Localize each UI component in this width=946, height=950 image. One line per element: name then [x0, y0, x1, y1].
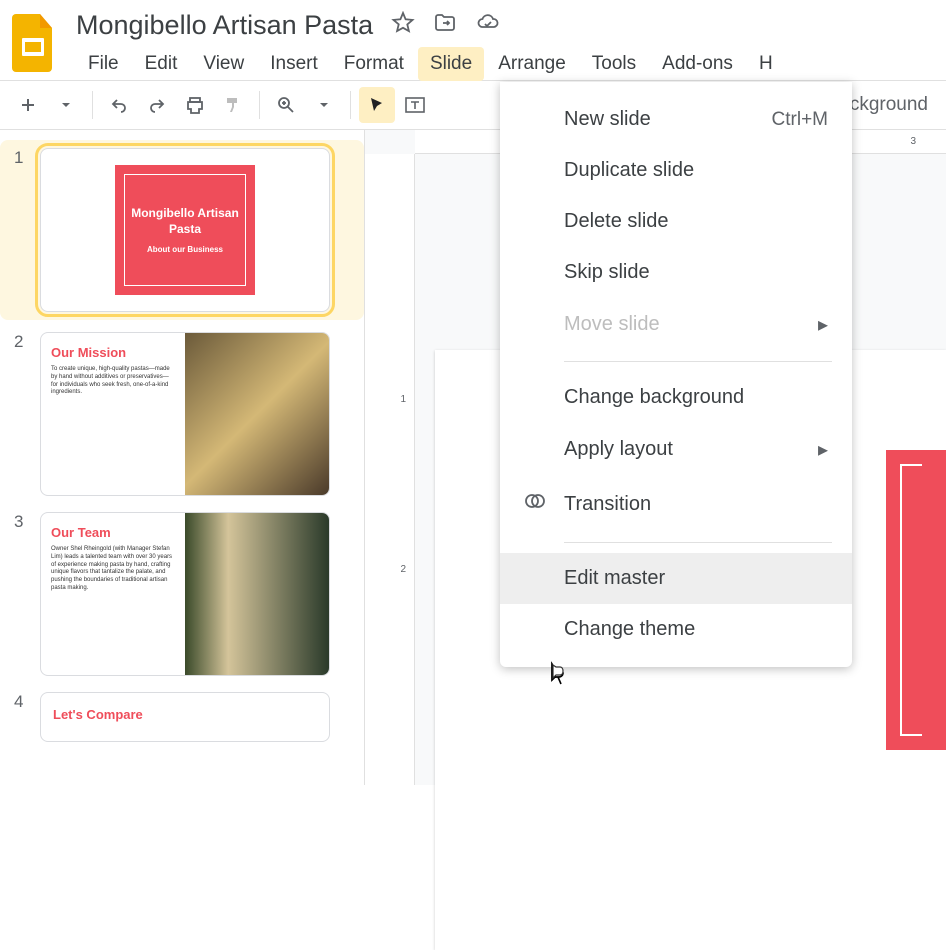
zoom-dropdown-icon[interactable] — [306, 87, 342, 123]
menu-edit[interactable]: Edit — [133, 47, 190, 81]
menu-view[interactable]: View — [191, 47, 256, 81]
thumb-row-1: 1 Mongibello Artisan Pasta About our Bus… — [0, 140, 364, 320]
dd-change-theme[interactable]: Change theme — [500, 604, 852, 655]
cloud-status-icon[interactable] — [475, 11, 501, 40]
select-tool-icon[interactable] — [359, 87, 395, 123]
submenu-arrow-icon: ▸ — [818, 312, 828, 337]
toolbar-background-label[interactable]: ckground — [842, 94, 936, 116]
thumb-number: 2 — [14, 332, 28, 496]
dd-edit-master[interactable]: Edit master — [500, 553, 852, 604]
dd-new-slide[interactable]: New slide Ctrl+M — [500, 94, 852, 145]
menu-tools[interactable]: Tools — [580, 47, 648, 81]
zoom-icon[interactable] — [268, 87, 304, 123]
new-slide-dropdown-icon[interactable] — [48, 87, 84, 123]
menu-file[interactable]: File — [76, 47, 131, 81]
paint-format-icon[interactable] — [215, 87, 251, 123]
dd-change-background[interactable]: Change background — [500, 372, 852, 423]
move-folder-icon[interactable] — [433, 11, 457, 40]
redo-icon[interactable] — [139, 87, 175, 123]
menu-arrange[interactable]: Arrange — [486, 47, 578, 81]
star-icon[interactable] — [391, 11, 415, 40]
dd-delete-slide[interactable]: Delete slide — [500, 196, 852, 247]
team-image — [185, 513, 329, 675]
menu-bar: File Edit View Insert Format Slide Arran… — [76, 47, 946, 81]
slide-thumbnails: 1 Mongibello Artisan Pasta About our Bus… — [0, 130, 365, 785]
slide-thumb-1[interactable]: Mongibello Artisan Pasta About our Busin… — [40, 148, 330, 312]
thumb-number: 1 — [14, 148, 28, 312]
menu-slide[interactable]: Slide — [418, 47, 484, 81]
dd-duplicate-slide[interactable]: Duplicate slide — [500, 145, 852, 196]
submenu-arrow-icon: ▸ — [818, 437, 828, 462]
menu-format[interactable]: Format — [332, 47, 416, 81]
slide-thumb-3[interactable]: Our Team Owner Shel Rheingold (with Mana… — [40, 512, 330, 676]
dd-transition[interactable]: Transition — [500, 476, 852, 532]
textbox-icon[interactable] — [397, 87, 433, 123]
print-icon[interactable] — [177, 87, 213, 123]
thumb-number: 4 — [14, 692, 28, 742]
dd-apply-layout[interactable]: Apply layout ▸ — [500, 423, 852, 476]
undo-icon[interactable] — [101, 87, 137, 123]
transition-icon — [524, 490, 546, 518]
slide-thumb-2[interactable]: Our Mission To create unique, high-quali… — [40, 332, 330, 496]
header: Mongibello Artisan Pasta File Edit View … — [0, 0, 946, 80]
menu-addons[interactable]: Add-ons — [650, 47, 745, 81]
dd-skip-slide[interactable]: Skip slide — [500, 247, 852, 298]
document-title[interactable]: Mongibello Artisan Pasta — [76, 10, 373, 41]
slide-dropdown-menu: New slide Ctrl+M Duplicate slide Delete … — [500, 82, 852, 667]
slide-red-shape[interactable] — [886, 450, 946, 750]
ruler-vertical: 1 2 — [365, 154, 415, 785]
pasta-image — [185, 333, 329, 495]
slides-logo[interactable] — [12, 14, 56, 72]
thumb-number: 3 — [14, 512, 28, 676]
dd-move-slide: Move slide ▸ — [500, 298, 852, 351]
menu-insert[interactable]: Insert — [258, 47, 330, 81]
slide-thumb-4[interactable]: Let's Compare — [40, 692, 330, 742]
menu-help[interactable]: H — [747, 47, 785, 81]
title-area: Mongibello Artisan Pasta File Edit View … — [76, 10, 946, 81]
new-slide-button[interactable] — [10, 87, 46, 123]
